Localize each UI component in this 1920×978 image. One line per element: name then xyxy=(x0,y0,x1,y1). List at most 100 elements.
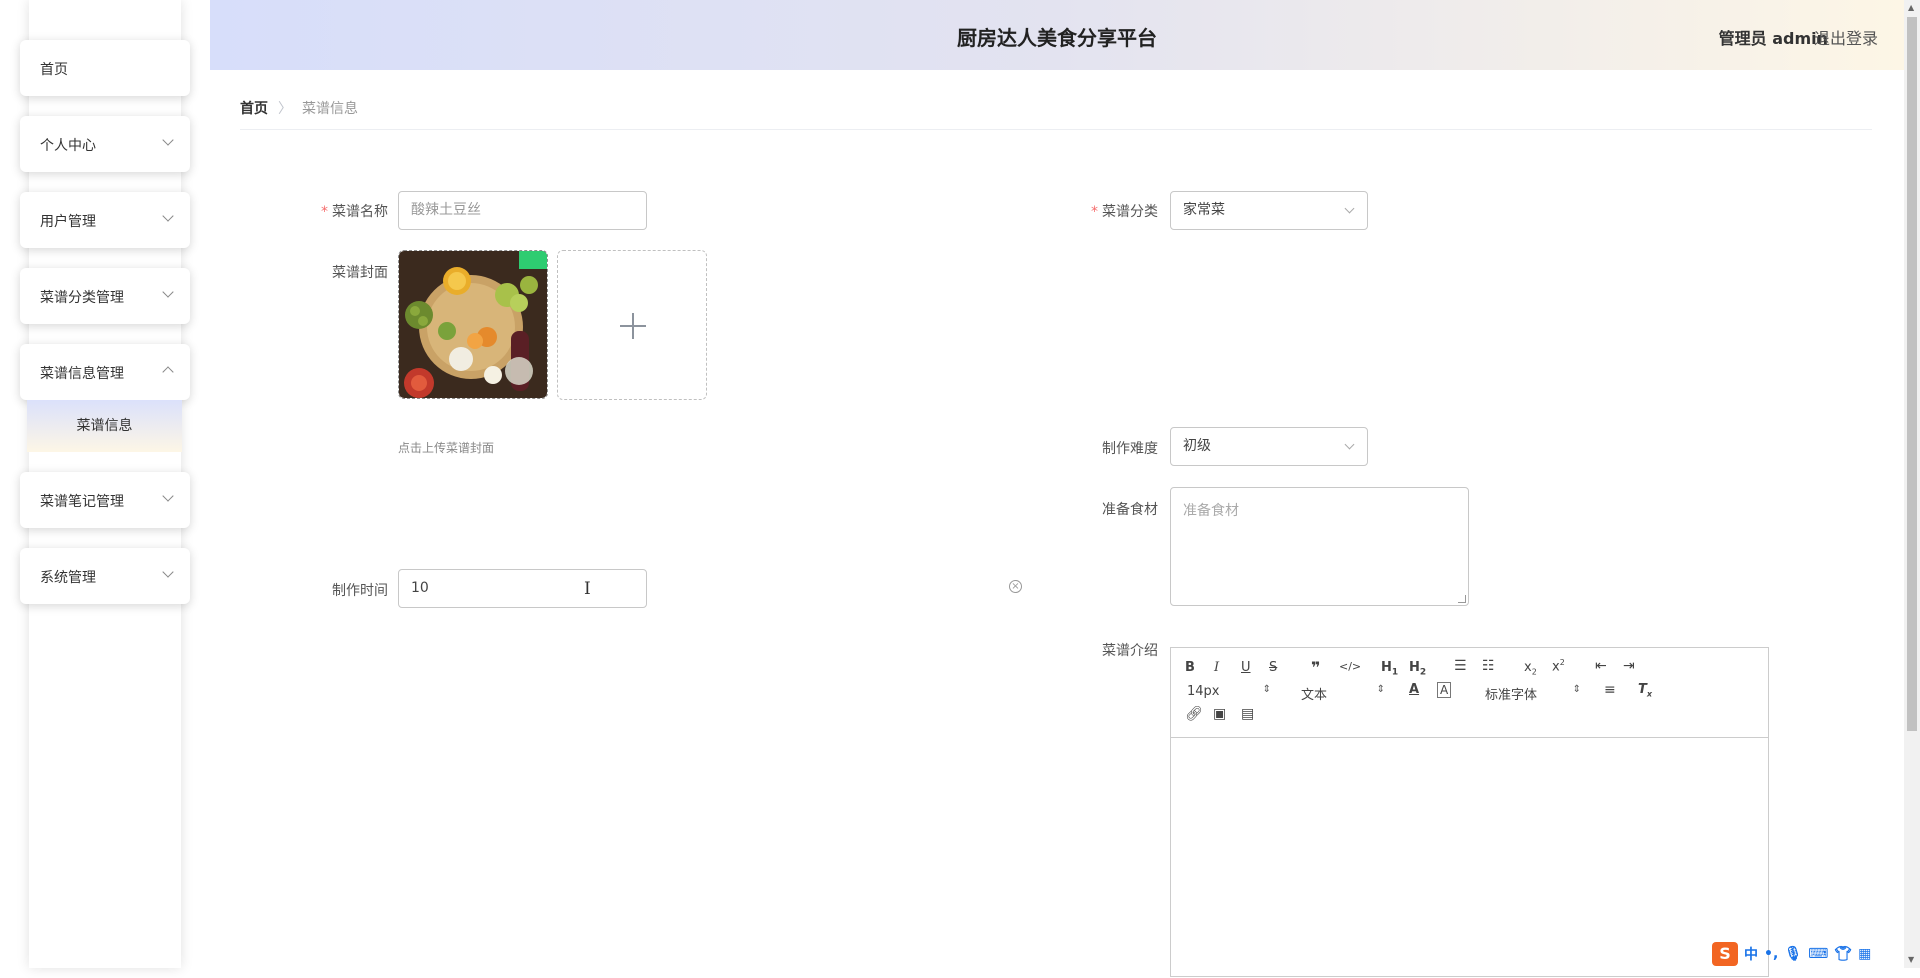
bold-icon[interactable]: B xyxy=(1185,660,1195,675)
skin-icon[interactable]: 👕︎ xyxy=(1834,946,1852,962)
upload-cover-button[interactable] xyxy=(557,250,707,400)
sidebar-item-label: 菜谱分类管理 xyxy=(40,290,124,306)
time-label: 制作时间 xyxy=(332,583,388,599)
subscript-icon[interactable]: x2 xyxy=(1524,660,1537,677)
select-arrows-icon: ⇕ xyxy=(1262,684,1271,695)
sidebar-item-home[interactable]: 首页 xyxy=(20,40,190,96)
top-header: 厨房达人美食分享平台 管理员 admin 退出登录 xyxy=(210,0,1904,70)
ime-mode-label[interactable]: 中 xyxy=(1744,944,1758,964)
category-select-value: 家常菜 xyxy=(1183,202,1225,218)
rich-text-editor[interactable]: B I U S ❞ </> H1 H2 ☰ ☷ x2 x2 ⇤ ⇥ 14px ⇕… xyxy=(1170,647,1769,977)
intro-label: 菜谱介绍 xyxy=(1102,643,1158,659)
chevron-down-icon xyxy=(162,210,174,222)
ime-logo-icon[interactable]: S xyxy=(1712,942,1738,966)
align-icon[interactable]: ≡ xyxy=(1604,682,1616,698)
ingredients-label: 准备食材 xyxy=(1102,502,1158,518)
chevron-down-icon xyxy=(162,286,174,298)
difficulty-label: 制作难度 xyxy=(1102,441,1158,457)
sidebar-item-category-management[interactable]: 菜谱分类管理 xyxy=(20,268,190,324)
image-icon[interactable]: ▣ xyxy=(1213,706,1226,722)
sidebar-item-user-management[interactable]: 用户管理 xyxy=(20,192,190,248)
sidebar-item-recipe-management[interactable]: 菜谱信息管理 xyxy=(20,344,190,400)
select-arrows-icon: ⇕ xyxy=(1376,684,1385,695)
chevron-down-icon xyxy=(162,566,174,578)
time-input[interactable]: 10 xyxy=(398,569,647,608)
sidebar-item-label: 用户管理 xyxy=(40,214,96,230)
font-family-select[interactable]: 标准字体 ⇕ xyxy=(1485,684,1581,703)
cover-label: 菜谱封面 xyxy=(332,265,388,281)
clear-format-icon[interactable]: Tx xyxy=(1638,682,1652,699)
breadcrumb-home[interactable]: 首页 xyxy=(240,101,268,117)
divider xyxy=(240,129,1872,130)
keyboard-icon[interactable]: ⌨ xyxy=(1808,946,1828,962)
sidebar-item-label: 菜谱笔记管理 xyxy=(40,494,124,510)
sidebar-item-label: 菜谱信息管理 xyxy=(40,366,124,382)
chevron-down-icon xyxy=(162,134,174,146)
scroll-down-icon[interactable]: ▼ xyxy=(1908,955,1914,964)
resize-handle[interactable] xyxy=(1458,595,1466,603)
header-select-value: 文本 xyxy=(1301,688,1328,703)
category-select[interactable]: 家常菜 xyxy=(1170,191,1368,230)
name-label-text: 菜谱名称 xyxy=(332,204,388,220)
h2-icon[interactable]: H2 xyxy=(1409,660,1426,678)
link-icon[interactable]: 🔗︎ xyxy=(1185,706,1203,722)
sidebar-item-label: 首页 xyxy=(40,62,68,78)
apps-icon[interactable]: ▦ xyxy=(1858,946,1871,962)
chevron-down-icon xyxy=(1344,439,1355,450)
breadcrumb-separator: 〉 xyxy=(278,101,292,117)
chevron-up-icon xyxy=(162,366,174,378)
difficulty-select-value: 初级 xyxy=(1183,438,1211,454)
outdent-icon[interactable]: ⇤ xyxy=(1595,658,1607,674)
sidebar-item-system-management[interactable]: 系统管理 xyxy=(20,548,190,604)
sidebar-item-label: 个人中心 xyxy=(40,138,96,154)
breadcrumb: 首页〉菜谱信息 xyxy=(240,98,358,118)
font-size-select[interactable]: 14px ⇕ xyxy=(1187,684,1271,699)
underline-icon[interactable]: U xyxy=(1241,660,1251,675)
ingredients-placeholder: 准备食材 xyxy=(1183,503,1239,519)
select-arrows-icon: ⇕ xyxy=(1572,684,1581,695)
logout-link[interactable]: 退出登录 xyxy=(1814,25,1878,49)
chevron-down-icon xyxy=(162,490,174,502)
cover-image-thumbnail[interactable] xyxy=(398,250,548,399)
scroll-up-icon[interactable]: ▲ xyxy=(1908,3,1914,12)
header-select[interactable]: 文本 ⇕ xyxy=(1301,684,1385,703)
required-asterisk: * xyxy=(321,204,328,220)
microphone-icon[interactable]: 🎙︎ xyxy=(1784,946,1802,962)
editor-content-area[interactable] xyxy=(1171,738,1768,978)
scrollbar-thumb[interactable] xyxy=(1907,17,1917,731)
blockquote-icon[interactable]: ❞ xyxy=(1311,658,1320,677)
required-asterisk: * xyxy=(1091,204,1098,220)
text-cursor-icon: I xyxy=(584,579,591,599)
food-photo xyxy=(399,251,547,398)
bullet-list-icon[interactable]: ☷ xyxy=(1482,658,1495,674)
clear-icon[interactable]: × xyxy=(1009,580,1022,593)
video-icon[interactable]: ▤ xyxy=(1241,706,1254,722)
difficulty-select[interactable]: 初级 xyxy=(1170,427,1368,466)
superscript-icon[interactable]: x2 xyxy=(1552,658,1565,674)
indent-icon[interactable]: ⇥ xyxy=(1623,658,1635,674)
site-title: 厨房达人美食分享平台 xyxy=(957,26,1157,50)
h1-icon[interactable]: H1 xyxy=(1381,660,1398,678)
sidebar-item-label: 系统管理 xyxy=(40,570,96,586)
breadcrumb-current: 菜谱信息 xyxy=(302,101,358,117)
background-color-icon[interactable]: A xyxy=(1437,682,1452,698)
italic-icon[interactable]: I xyxy=(1214,660,1219,675)
ime-punct-icon[interactable]: •, xyxy=(1764,946,1778,962)
sidebar-item-notes-management[interactable]: 菜谱笔记管理 xyxy=(20,472,190,528)
font-family-value: 标准字体 xyxy=(1485,688,1538,703)
sidebar-subitem-recipe-info[interactable]: 菜谱信息 xyxy=(27,400,182,452)
font-color-icon[interactable]: A xyxy=(1409,682,1419,697)
plus-icon-vertical xyxy=(632,313,634,339)
recipe-name-input[interactable]: 酸辣土豆丝 xyxy=(398,191,647,230)
ingredients-textarea[interactable]: 准备食材 xyxy=(1170,487,1469,606)
current-user-label: 管理员 admin xyxy=(1718,29,1828,48)
upload-tip: 点击上传菜谱封面 xyxy=(398,441,495,455)
strike-icon[interactable]: S xyxy=(1269,660,1277,675)
vertical-scrollbar[interactable]: ▲ ▼ xyxy=(1904,0,1920,968)
category-label: * 菜谱分类 xyxy=(1038,201,1158,221)
ime-toolbar: S 中 •, 🎙︎ ⌨ 👕︎ ▦ xyxy=(1712,942,1871,966)
ordered-list-icon[interactable]: ☰ xyxy=(1454,658,1467,674)
code-block-icon[interactable]: </> xyxy=(1339,660,1361,673)
chevron-down-icon xyxy=(1344,203,1355,214)
sidebar-item-personal-center[interactable]: 个人中心 xyxy=(20,116,190,172)
